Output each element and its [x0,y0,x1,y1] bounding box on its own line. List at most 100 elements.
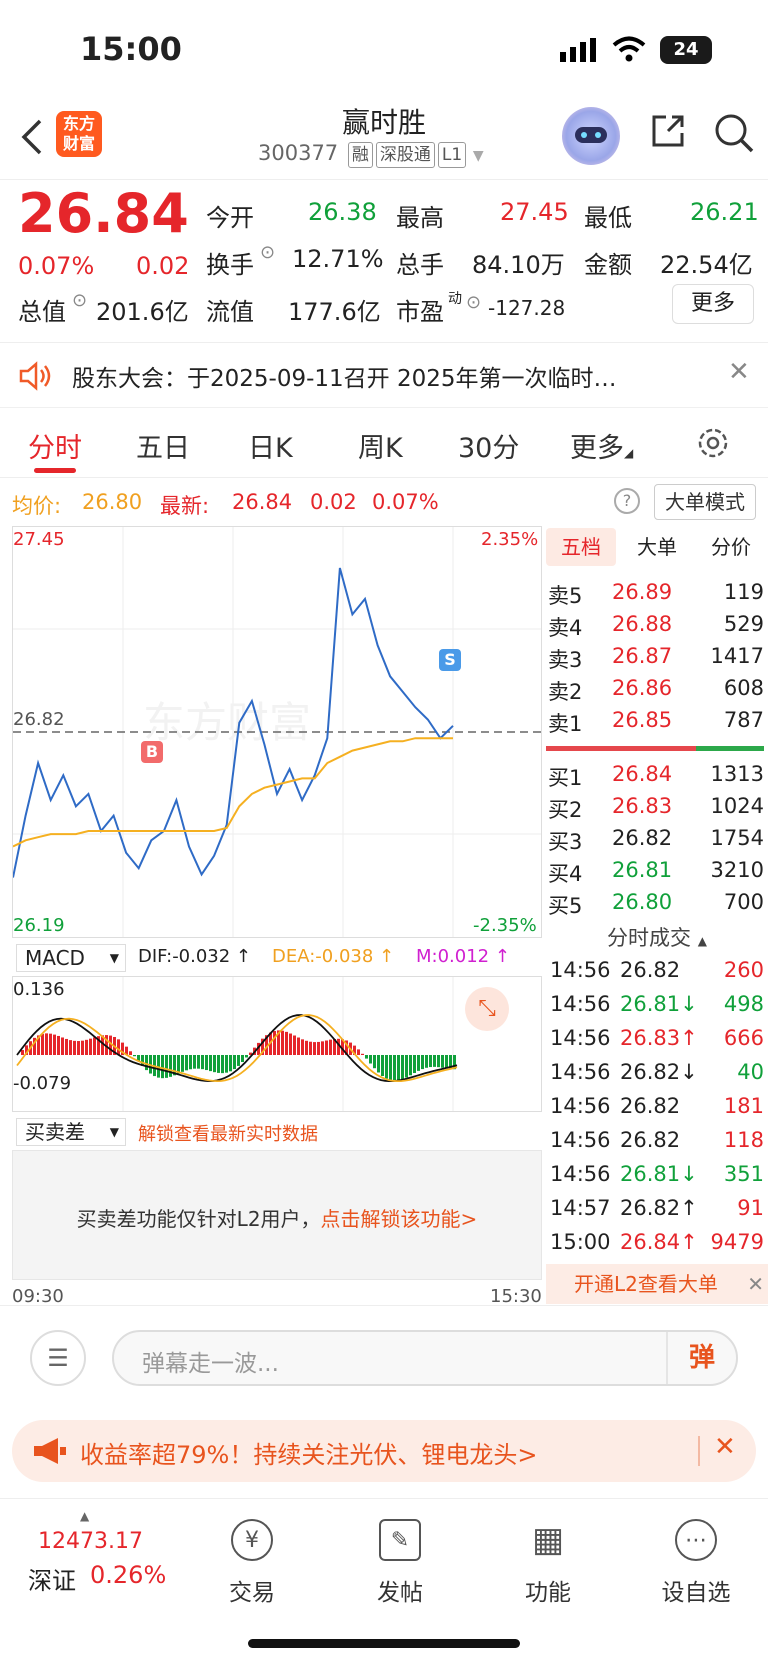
latest-pct: 0.07% [372,490,439,514]
notice-bar[interactable]: 股东大会：于2025-09-11召开 2025年第一次临时… ✕ [0,342,768,408]
macd-bar [405,1055,408,1078]
tab-price-dist[interactable]: 分价 [696,528,766,566]
tick-row: 14:56 26.81↓ 351 [546,1160,768,1194]
expand-icon[interactable]: ⤡ [465,987,509,1031]
index-value[interactable]: 12473.17 [38,1529,143,1554]
active-tab-underline [34,468,76,473]
danmu-send-button[interactable]: 弹 [666,1332,736,1384]
macd-bar [181,1055,184,1072]
post-button[interactable]: ✎ 发帖 [340,1519,460,1607]
index-pct: 0.26% [90,1561,167,1589]
settings-gear-icon[interactable] [694,424,732,462]
promo-banner[interactable]: 收益率超79%！持续关注光伏、锂电龙头> ✕ [12,1420,756,1482]
macd-bar [145,1055,148,1071]
macd-bar [301,1039,304,1055]
tab-30min[interactable]: 30分 [458,426,519,465]
tick-price: 26.81↓ [620,1162,698,1186]
macd-bar [273,1030,276,1055]
sell-marker[interactable]: S [439,649,461,671]
tick-vol: 118 [723,1128,764,1152]
chart-bottom-price: 26.19 [13,915,65,936]
tick-price: 26.81↓ [620,992,698,1016]
volume-label: 总手 [396,251,444,279]
macd-bar [309,1041,312,1055]
macd-bar [57,1035,60,1055]
robot-avatar[interactable] [562,107,620,165]
price-change: 0.02 [136,252,190,280]
unlock-text[interactable]: 解锁查看最新实时数据 [138,1120,318,1146]
tick-price: 26.82 [620,1128,681,1152]
bid-vol: 1313 [710,762,764,786]
macd-bar [245,1055,248,1058]
tick-vol: 260 [723,958,764,982]
ask-vol: 529 [723,612,764,636]
buy-marker[interactable]: B [141,741,163,763]
tab-daily[interactable]: 日K [248,426,293,465]
info-icon[interactable]: ⊙ [466,292,481,313]
bid-vol: 1024 [710,794,764,818]
macd-bar [225,1055,228,1073]
macd-bar [237,1055,240,1066]
speaker-icon [18,361,54,391]
latest-label: 最新: [160,494,210,518]
l2-link-text: 开通L2查看大单 [574,1272,718,1296]
battery-icon: 24 [660,36,712,64]
maimai-select[interactable]: 买卖差 ▼ [16,1118,126,1146]
tick-title[interactable]: 分时成交 ▲ [546,922,768,952]
unlock-link[interactable]: 点击解锁该功能> [321,1207,478,1231]
intraday-chart[interactable]: 东方财富 27.45 2.35% 26.82 26.19 -2.35% B S [12,526,542,938]
macd-bar [305,1040,308,1055]
pe-label: 市盈 [396,298,444,326]
tick-row: 14:56 26.82 181 [546,1092,768,1126]
tab-intraday[interactable]: 分时 [28,426,82,465]
low-value: 26.21 [690,198,759,226]
functions-button[interactable]: ▦ 功能 [488,1519,608,1607]
bid-price: 26.80 [612,890,673,914]
danmu-input[interactable]: 弹幕走一波... 弹 [112,1330,738,1386]
close-icon[interactable]: ✕ [714,1432,736,1462]
wifi-icon [612,36,646,62]
bid-label: 买3 [548,830,583,854]
macd-select[interactable]: MACD ▼ [16,944,126,972]
macd-bar [85,1039,88,1055]
big-order-mode-button[interactable]: 大单模式 [654,484,756,520]
chart-start-time: 09:30 [12,1286,64,1307]
tab-five-day[interactable]: 五日 [136,426,190,465]
close-icon[interactable]: ✕ [747,1264,764,1304]
macd-bar [437,1055,440,1068]
add-watchlist-button[interactable]: ⋯ 设自选 [636,1519,756,1607]
ask-label: 卖1 [548,712,583,736]
chart-top-price: 27.45 [13,529,65,550]
tab-weekly[interactable]: 周K [358,426,403,465]
close-icon[interactable]: ✕ [728,357,750,387]
ask-price: 26.89 [612,580,673,604]
stock-code: 300377 [258,141,339,165]
help-icon[interactable]: ? [614,488,640,514]
tab-five-levels[interactable]: 五档 [546,528,616,566]
macd-bar [189,1055,192,1070]
macd-bar [209,1055,212,1072]
macd-dif: DIF:-0.032 ↑ [138,946,252,967]
danmu-settings-icon[interactable]: ☰ [30,1330,86,1386]
search-icon[interactable] [712,111,756,155]
tag-margin: 融 [347,142,373,168]
info-icon[interactable]: ⊙ [260,242,275,263]
tab-big-orders[interactable]: 大单 [624,528,690,566]
trade-button[interactable]: ¥ 交易 [192,1519,312,1607]
share-icon[interactable] [648,111,688,151]
macd-bar [161,1055,164,1079]
macd-dea: DEA:-0.038 ↑ [272,946,395,967]
info-icon[interactable]: ⊙ [72,290,87,311]
yen-icon: ¥ [231,1519,273,1561]
latest-change: 0.02 [310,490,357,514]
macd-top: 0.136 [13,979,65,1000]
ask-row: 卖4 26.88 529 [546,610,768,642]
l2-upgrade-link[interactable]: 开通L2查看大单 ✕ [546,1264,768,1304]
macd-chart[interactable]: 0.136 -0.079 ⤡ [12,976,542,1112]
last-price: 26.84 [18,182,189,245]
tab-more[interactable]: 更多◢ [570,426,633,465]
stock-code-line[interactable]: 300377 融深股通 L1 ▼ [258,141,484,168]
bid-price: 26.82 [612,826,673,850]
more-button[interactable]: 更多 [672,284,754,324]
macd-bar [65,1038,68,1055]
